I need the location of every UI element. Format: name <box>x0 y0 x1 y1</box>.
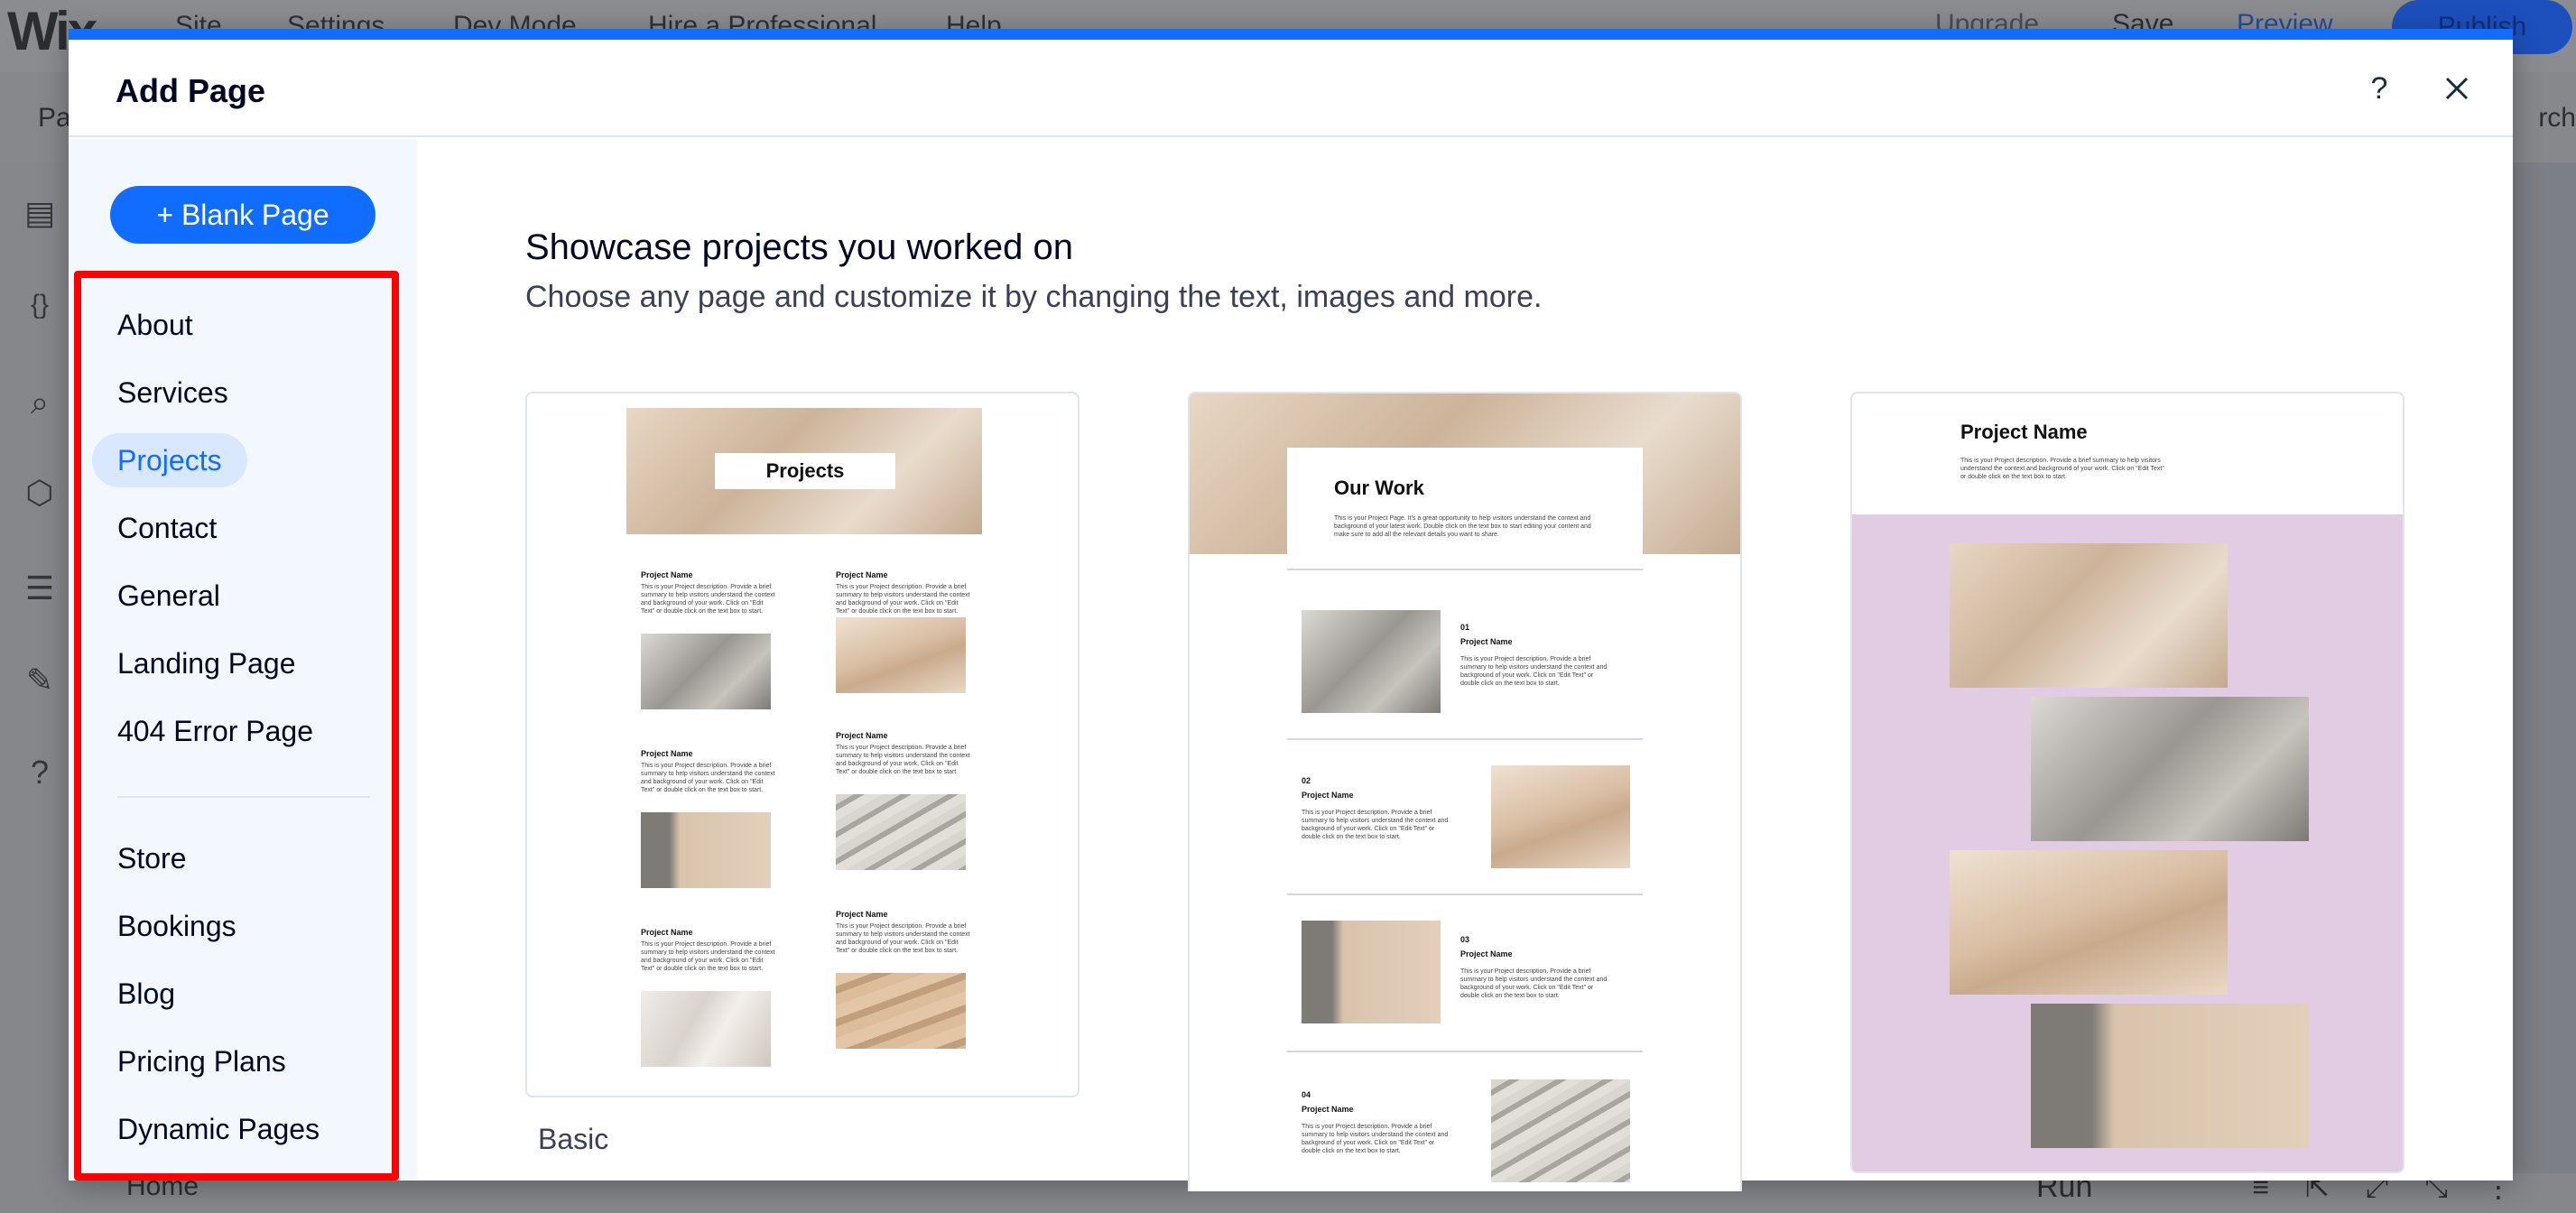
category-services[interactable]: Services <box>92 366 254 420</box>
project-text: This is your Project description. Provid… <box>836 745 970 775</box>
banner-text: This is your Project Page. It's a great … <box>1334 515 1591 538</box>
category-404-error-page[interactable]: 404 Error Page <box>92 704 338 758</box>
project-image <box>641 634 771 709</box>
banner-title: Projects <box>715 453 895 489</box>
project-number: 03 <box>1460 935 1470 944</box>
template-card-project-name[interactable]: Project Name This is your Project descri… <box>1850 392 2405 1173</box>
project-text: This is your Project description. Provid… <box>1460 968 1608 999</box>
page-category-sidebar: + Blank Page About Services Projects Con… <box>69 139 417 1181</box>
gallery-image <box>2031 1004 2309 1148</box>
project-text: This is your Project description. Provid… <box>1302 810 1449 840</box>
project-title: Project Name <box>1460 949 1513 958</box>
gallery-heading: Showcase projects you worked on <box>525 227 1073 267</box>
template-gallery: Showcase projects you worked on Choose a… <box>417 139 2513 1191</box>
project-title: Project Name <box>1460 637 1513 646</box>
project-title: Project Name <box>1302 1105 1354 1114</box>
category-pricing-plans[interactable]: Pricing Plans <box>92 1034 311 1088</box>
project-title: Project Name <box>836 910 888 919</box>
apps-icon[interactable]: ⬡ <box>20 473 60 513</box>
help-icon[interactable]: ? <box>20 753 60 792</box>
project-image <box>641 812 771 888</box>
category-divider <box>117 796 370 798</box>
project-gallery-panel <box>1852 514 2403 1171</box>
project-text: This is your Project description. Provid… <box>641 584 775 615</box>
tools-icon[interactable]: ✎ <box>20 661 60 700</box>
project-title: Project Name <box>641 928 693 937</box>
project-image <box>836 794 966 870</box>
help-button[interactable]: ? <box>2352 61 2406 116</box>
close-icon <box>2445 77 2469 100</box>
project-title: Project Name <box>641 570 693 579</box>
project-image <box>641 991 771 1067</box>
template-label-basic: Basic <box>538 1123 609 1155</box>
pages-menu-label[interactable]: Pa <box>38 103 71 134</box>
project-number: 01 <box>1460 623 1470 632</box>
pages-icon[interactable]: ▤ <box>20 193 60 233</box>
category-general[interactable]: General <box>92 569 246 623</box>
project-image <box>836 617 966 693</box>
category-bookings[interactable]: Bookings <box>92 899 262 953</box>
category-landing-page[interactable]: Landing Page <box>92 636 321 690</box>
project-text: This is your Project description. Provid… <box>836 584 970 615</box>
dialog-title: Add Page <box>116 72 266 109</box>
project-image <box>1491 765 1630 868</box>
category-about[interactable]: About <box>92 298 218 352</box>
category-dynamic-pages[interactable]: Dynamic Pages <box>92 1102 345 1156</box>
project-text: This is your Project description. Provid… <box>641 763 775 793</box>
project-title: Project Name <box>836 731 888 740</box>
category-list-highlight: About Services Projects Contact General … <box>74 271 399 1181</box>
gallery-image <box>1950 850 2228 995</box>
project-text: This is your Project description. Provid… <box>836 923 970 954</box>
project-title: Project Name <box>641 749 693 758</box>
project-image <box>1302 921 1441 1023</box>
category-contact[interactable]: Contact <box>92 501 242 555</box>
template-card-basic[interactable]: Projects Project Name This is your Proje… <box>525 392 1080 1097</box>
project-image <box>1491 1079 1630 1182</box>
search-label[interactable]: rch <box>2538 103 2576 134</box>
dialog-header: Add Page ? <box>69 40 2513 137</box>
template-card-our-work[interactable]: Our Work This is your Project Page. It's… <box>1188 392 1742 1191</box>
category-projects[interactable]: Projects <box>92 433 247 487</box>
project-number: 04 <box>1302 1090 1311 1099</box>
project-image <box>1302 610 1441 713</box>
gallery-image <box>2031 697 2309 841</box>
blank-page-button[interactable]: + Blank Page <box>110 186 375 244</box>
gallery-image <box>1950 543 2228 688</box>
project-text: This is your Project description. Provid… <box>1302 1124 1449 1154</box>
category-store[interactable]: Store <box>92 831 211 885</box>
banner-title: Our Work <box>1334 477 1424 499</box>
add-page-dialog: Add Page ? + Blank Page About Services P… <box>69 29 2513 1191</box>
close-button[interactable] <box>2430 61 2484 116</box>
category-blog[interactable]: Blog <box>92 967 200 1021</box>
gallery-subheading: Choose any page and customize it by chan… <box>525 280 1543 314</box>
project-text: This is your Project description. Provid… <box>1460 656 1608 687</box>
banner-text: This is your Project description. Provid… <box>1960 458 2164 480</box>
search-icon[interactable]: ⌕ <box>20 383 60 422</box>
project-title: Project Name <box>1302 791 1354 800</box>
banner-panel <box>1287 448 1643 569</box>
banner-title: Project Name <box>1960 421 2088 443</box>
code-icon[interactable]: {} <box>20 285 60 325</box>
project-text: This is your Project description. Provid… <box>641 941 775 972</box>
database-icon[interactable]: ☰ <box>20 569 60 608</box>
project-title: Project Name <box>836 570 888 579</box>
project-number: 02 <box>1302 776 1311 785</box>
project-image <box>836 973 966 1049</box>
